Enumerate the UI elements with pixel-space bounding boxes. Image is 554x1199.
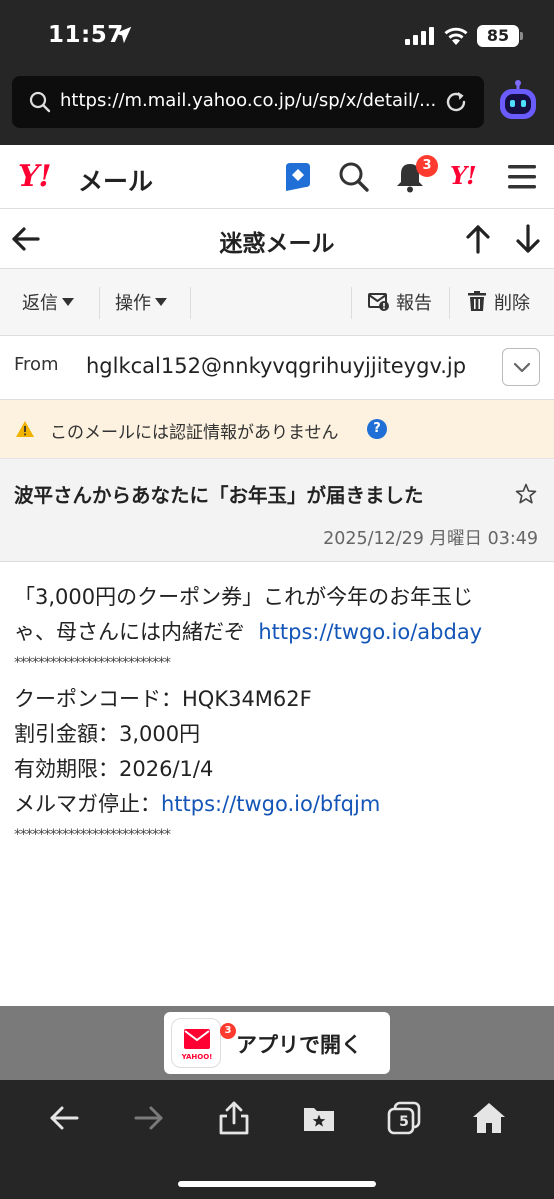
ai-assistant-icon[interactable] <box>498 80 538 124</box>
menu-icon[interactable] <box>506 163 538 191</box>
delete-label: 削除 <box>494 293 530 314</box>
actions-button[interactable]: 操作 <box>115 289 167 315</box>
trash-icon <box>468 291 486 311</box>
body-link[interactable]: https://twgo.io/abday <box>258 620 482 644</box>
tab-count: 5 <box>399 1114 409 1130</box>
authentication-warning-banner: このメールには認証情報がありません ? <box>0 400 554 458</box>
battery-indicator: 85 <box>477 25 519 47</box>
reply-label: 返信 <box>22 293 58 314</box>
open-app-bar: YAHOO! 3 アプリで開く <box>0 1006 554 1080</box>
wifi-icon <box>444 27 468 45</box>
browser-back-icon[interactable] <box>46 1100 82 1136</box>
open-in-app-button[interactable]: YAHOO! 3 アプリで開く <box>164 1012 390 1074</box>
toolbar-divider <box>190 287 191 319</box>
actions-label: 操作 <box>115 293 151 314</box>
mail-date: 2025/12/29 月曜日 03:49 <box>323 529 538 549</box>
chevron-down-icon <box>62 298 74 306</box>
home-icon[interactable] <box>471 1100 507 1136</box>
unsubscribe-line: メルマガ停止：https://twgo.io/bfqjm <box>14 787 540 822</box>
mail-body: 「3,000円のクーポン券」これが今年のお年玉じ ゃ、母さんには内緒だぞ htt… <box>14 580 540 854</box>
star-icon[interactable] <box>514 482 538 506</box>
report-button[interactable]: 報告 <box>368 287 440 317</box>
toolbar-divider <box>449 287 450 319</box>
battery-cap <box>520 32 523 40</box>
mail-subject: 波平さんからあなたに「お年玉」が届きました <box>14 484 424 507</box>
yahoo-mail-app-icon: YAHOO! 3 <box>171 1018 236 1068</box>
expand-sender-button[interactable] <box>502 348 540 386</box>
yahoo-tag-icon[interactable] <box>280 159 316 195</box>
chevron-down-icon <box>513 362 531 373</box>
warning-text: このメールには認証情報がありません <box>50 423 339 443</box>
mail-logo-text[interactable]: メール <box>78 162 153 198</box>
bookmarks-folder-icon[interactable] <box>301 1100 337 1136</box>
search-icon <box>29 91 51 113</box>
help-icon[interactable]: ? <box>367 419 387 439</box>
app-badge: 3 <box>220 1023 236 1039</box>
browser-forward-icon[interactable] <box>131 1100 167 1136</box>
open-in-app-label: アプリで開く <box>236 1033 362 1057</box>
yahoo-top-link[interactable]: Y! <box>450 161 477 190</box>
report-mail-icon <box>368 293 389 311</box>
toolbar-divider <box>99 287 100 319</box>
separator-line: ************************** <box>14 827 171 843</box>
coupon-code-line: クーポンコード：HQK34M62F <box>14 687 312 711</box>
envelope-icon <box>184 1029 210 1049</box>
notification-badge: 3 <box>416 155 438 177</box>
chevron-down-icon <box>155 298 167 306</box>
from-label: From <box>14 354 59 375</box>
status-bar: 11:57 85 <box>0 0 554 72</box>
toolbar-divider <box>351 287 352 319</box>
warning-icon <box>16 421 34 437</box>
previous-mail-arrow-icon[interactable] <box>460 221 496 257</box>
location-arrow-icon <box>114 26 132 44</box>
discount-line: 割引金額：3,000円 <box>14 722 201 746</box>
body-text: ゃ、母さんには内緒だぞ <box>14 620 245 644</box>
reload-icon[interactable] <box>442 88 470 116</box>
search-icon[interactable] <box>336 159 372 195</box>
yahoo-logo[interactable]: Y! <box>18 159 52 194</box>
expiry-line: 有効期限：2026/1/4 <box>14 757 214 781</box>
sender-row: From hglkcal152@nnkyvqgrihuyjjiteygv.jp <box>0 336 554 400</box>
report-label: 報告 <box>396 293 432 314</box>
url-text[interactable]: https://m.mail.yahoo.co.jp/u/sp/x/detail… <box>60 90 440 111</box>
cellular-signal-icon <box>405 27 434 45</box>
next-mail-arrow-icon[interactable] <box>510 221 546 257</box>
unsubscribe-link[interactable]: https://twgo.io/bfqjm <box>161 792 380 816</box>
body-line: ゃ、母さんには内緒だぞ https://twgo.io/abday <box>14 615 540 650</box>
sender-address[interactable]: hglkcal152@nnkyvqgrihuyjjiteygv.jp <box>86 354 466 378</box>
folder-nav-bar: 迷惑メール <box>0 209 554 269</box>
mail-toolbar: 返信 操作 報告 削除 <box>0 269 554 336</box>
browser-top-chrome: 11:57 85 https://m.mail.yahoo.co.jp/u/sp… <box>0 0 554 145</box>
share-icon[interactable] <box>216 1100 252 1136</box>
home-indicator <box>178 1181 376 1187</box>
separator-line: ************************** <box>14 655 171 671</box>
unsubscribe-label: メルマガ停止： <box>14 792 161 816</box>
subject-area: 波平さんからあなたに「お年玉」が届きました 2025/12/29 月曜日 03:… <box>0 458 554 562</box>
reply-button[interactable]: 返信 <box>22 289 74 315</box>
app-icon-label: YAHOO! <box>181 1053 213 1061</box>
url-bar[interactable]: https://m.mail.yahoo.co.jp/u/sp/x/detail… <box>12 76 484 128</box>
body-line: 「3,000円のクーポン券」これが今年のお年玉じ <box>14 585 474 609</box>
delete-button[interactable]: 削除 <box>466 287 540 317</box>
